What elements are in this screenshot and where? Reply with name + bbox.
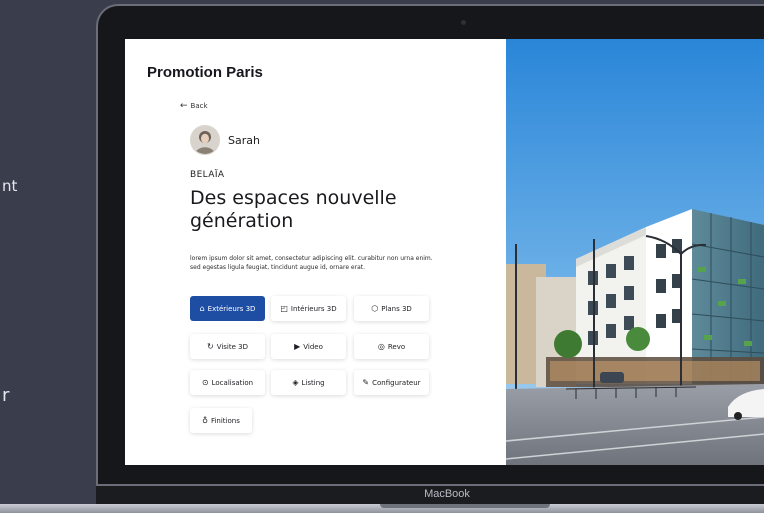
pencil-icon: ✎ [362, 377, 370, 387]
button-label: Finitions [210, 416, 240, 425]
configurateur-button[interactable]: ✎ Configurateur [354, 370, 429, 395]
button-label: Listing [301, 378, 325, 387]
tag-icon: ◈ [292, 377, 299, 387]
camera [461, 20, 466, 25]
headline-line: génération [190, 210, 294, 232]
left-panel: Promotion Paris ← Back Sarah BELAÏA Des … [125, 39, 506, 465]
page-title: Promotion Paris [147, 64, 263, 81]
bulb-icon: ♁ [202, 415, 208, 425]
user-profile: Sarah [190, 125, 260, 155]
revo-button[interactable]: ◎ Revo [354, 334, 429, 359]
arrow-left-icon: ← [180, 100, 188, 111]
cube-icon: ⬡ [371, 303, 379, 313]
interior-icon: ◰ [280, 303, 288, 313]
project-name: BELAÏA [190, 170, 225, 180]
button-label: Revo [387, 342, 406, 351]
button-label: Intérieurs 3D [290, 304, 337, 313]
headline: Des espaces nouvelle génération [190, 187, 490, 233]
avatar [190, 125, 220, 155]
laptop-notch [380, 504, 550, 508]
compass-icon: ◎ [377, 341, 385, 351]
localisation-button[interactable]: ⊙ Localisation [190, 370, 265, 395]
plans-3d-button[interactable]: ⬡ Plans 3D [354, 296, 429, 321]
building-photo [506, 39, 764, 465]
headline-line: Des espaces nouvelle [190, 187, 397, 209]
user-name: Sarah [228, 133, 260, 147]
button-label: Localisation [211, 378, 254, 387]
button-label: Configurateur [372, 378, 421, 387]
finitions-button[interactable]: ♁ Finitions [190, 408, 252, 433]
laptop-brand: MacBook [424, 488, 470, 500]
play-icon: ▶ [294, 341, 301, 351]
description: lorem ipsum dolor sit amet, consectetur … [190, 255, 433, 271]
back-link[interactable]: ← Back [180, 100, 208, 111]
partial-side-text: nt [2, 177, 18, 195]
video-button[interactable]: ▶ Video [271, 334, 346, 359]
laptop-screen: Promotion Paris ← Back Sarah BELAÏA Des … [125, 39, 764, 465]
listing-button[interactable]: ◈ Listing [271, 370, 346, 395]
pin-icon: ⊙ [201, 377, 209, 387]
exterieurs-3d-button[interactable]: ⌂ Extérieurs 3D [190, 296, 265, 321]
visite-3d-button[interactable]: ↻ Visite 3D [190, 334, 265, 359]
button-label: Extérieurs 3D [207, 304, 256, 313]
button-label: Visite 3D [216, 342, 248, 351]
partial-side-text: r [2, 385, 10, 406]
button-label: Plans 3D [381, 304, 412, 313]
interieurs-3d-button[interactable]: ◰ Intérieurs 3D [271, 296, 346, 321]
building-icon: ⌂ [199, 303, 205, 313]
button-label: Video [303, 342, 323, 351]
back-label: Back [190, 102, 208, 110]
rotate-icon: ↻ [207, 341, 214, 351]
